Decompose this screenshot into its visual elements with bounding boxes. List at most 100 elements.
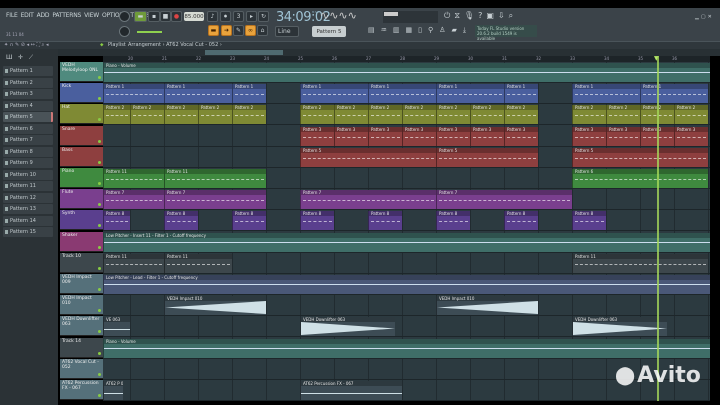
pattern-clip[interactable]: Pattern 1: [572, 84, 640, 104]
update-notification[interactable]: Today FL Studio version 20.6.2 build 1549…: [475, 25, 537, 41]
track-mute-led[interactable]: [98, 309, 101, 313]
breadcrumb[interactable]: Arrangement › AT62 Vocal Cut - 052 ›: [128, 42, 222, 48]
track-header[interactable]: Hat: [60, 104, 103, 125]
pattern-clip[interactable]: Pattern 1: [164, 84, 232, 104]
pattern-clip[interactable]: Pattern 3: [572, 126, 606, 146]
track-row[interactable]: Pattern 11 Pattern 11 Pattern 11: [103, 253, 710, 274]
audio-clip[interactable]: AT62 Percussion FX - 067: [300, 381, 402, 400]
audio-clip[interactable]: VEDH Downlifter 063: [300, 317, 396, 337]
pattern-clip[interactable]: Pattern 11: [572, 253, 708, 273]
track-row[interactable]: Pattern 8 Pattern 8 Pattern 8 Pattern 8 Patt…: [103, 210, 710, 232]
pattern-clip[interactable]: Pattern 2: [606, 105, 640, 125]
pattern-clip[interactable]: Pattern 2: [198, 105, 232, 125]
pattern-clip[interactable]: Pattern 3: [674, 126, 708, 146]
pattern-clip[interactable]: Pattern 1: [368, 84, 436, 104]
track-mute-led[interactable]: [98, 266, 101, 270]
pattern-clip[interactable]: Pattern 2: [300, 105, 334, 125]
countdown-icon[interactable]: 3: [233, 11, 244, 22]
pattern-clip[interactable]: Pattern 3: [334, 126, 368, 146]
track-header[interactable]: VEDH Melodyloop 0NL: [60, 62, 103, 82]
menu-patterns[interactable]: PATTERNS: [52, 12, 81, 19]
audio-clip[interactable]: VEDH Downlifter 063: [572, 317, 668, 337]
record-button[interactable]: ●: [171, 11, 182, 22]
pattern-clip[interactable]: Pattern 5: [300, 147, 436, 167]
automation-clip[interactable]: Piano - Volume: [103, 338, 710, 358]
automation-clip[interactable]: Low Pitcher - Lead - Filter 1 - Cutoff f…: [103, 275, 710, 294]
audio-clip[interactable]: VE 063: [103, 317, 130, 337]
pattern-item[interactable]: Pattern 8: [3, 146, 53, 157]
menu-add[interactable]: ADD: [37, 12, 50, 19]
mixer-icon[interactable]: ⏻: [444, 11, 450, 21]
pattern-item[interactable]: Pattern 14: [3, 215, 53, 226]
pattern-song-toggle[interactable]: ▬: [134, 11, 147, 22]
pattern-clip[interactable]: Pattern 2: [572, 105, 606, 125]
minimize-icon[interactable]: ▁: [695, 14, 699, 20]
pattern-clip[interactable]: Pattern 2: [436, 105, 470, 125]
master-pitch-knob[interactable]: [119, 26, 130, 37]
pattern-item[interactable]: Pattern 13: [3, 204, 53, 214]
pattern-clip[interactable]: Pattern 7: [103, 190, 164, 210]
plug-icon[interactable]: ⚲: [428, 26, 433, 35]
tempo-display[interactable]: 85.000: [184, 12, 204, 21]
snap-select[interactable]: Line: [275, 26, 299, 37]
track-row[interactable]: Pattern 3 Pattern 3 Pattern 3 Pattern 3 Patt…: [103, 126, 710, 147]
snap-tool-icon[interactable]: ▬: [208, 25, 219, 36]
track-header[interactable]: Piano: [60, 168, 103, 188]
pattern-clip[interactable]: Pattern 3: [504, 126, 538, 146]
audio-clip[interactable]: VEDH Impact 010: [436, 296, 538, 316]
track-row[interactable]: Low Pitcher - Lead - Filter 1 - Cutoff f…: [103, 274, 710, 295]
menu-file[interactable]: FILE: [6, 12, 18, 19]
pattern-clip[interactable]: Pattern 2: [130, 105, 164, 125]
menu-view[interactable]: VIEW: [84, 12, 99, 19]
track-mute-led[interactable]: [98, 97, 101, 101]
menu-edit[interactable]: EDIT: [21, 12, 34, 19]
play-button[interactable]: ▪: [148, 11, 160, 22]
file-icon[interactable]: ▯: [418, 26, 422, 35]
close-icon[interactable]: ✕: [708, 14, 712, 20]
plugin-icon[interactable]: ▦: [406, 26, 413, 35]
pattern-clip[interactable]: Pattern 11: [164, 253, 232, 273]
pattern-clip[interactable]: Pattern 2: [368, 105, 402, 125]
picker-tabs[interactable]: Ш ✛ ⟋: [6, 54, 33, 62]
track-mute-led[interactable]: [98, 182, 101, 185]
folder-icon[interactable]: ▰: [451, 26, 456, 35]
export-icon[interactable]: ⇩: [498, 11, 505, 21]
pattern-clip[interactable]: Pattern 3: [402, 126, 436, 146]
pattern-item[interactable]: Pattern 11: [3, 181, 53, 191]
track-row[interactable]: Low Pitcher - Insert 11 - Filter 1 - Cut…: [103, 232, 710, 253]
track-row[interactable]: Pattern 11 Pattern 11 Pattern 6: [103, 168, 710, 189]
track-mute-led[interactable]: [98, 76, 101, 79]
maximize-icon[interactable]: ▢: [701, 14, 706, 20]
pattern-clip[interactable]: Pattern 1: [504, 84, 538, 104]
track-header[interactable]: AT62 Vocal Cut - 052: [60, 358, 103, 379]
channel-rack-icon[interactable]: ⧖: [454, 11, 460, 21]
pattern-clip[interactable]: Pattern 6: [572, 169, 708, 188]
track-header[interactable]: Shaker: [60, 231, 103, 252]
pattern-clip[interactable]: Pattern 8: [572, 211, 606, 231]
pattern-clip[interactable]: Pattern 3: [300, 126, 334, 146]
pattern-clip[interactable]: Pattern 8: [368, 211, 402, 231]
pattern-item[interactable]: Pattern 7: [3, 135, 53, 145]
track-mute-led[interactable]: [98, 372, 101, 376]
pattern-clip[interactable]: Pattern 2: [470, 105, 504, 125]
track-row[interactable]: Piano - Volume: [103, 338, 710, 359]
track-mute-led[interactable]: [98, 288, 101, 291]
playlist-icon[interactable]: ▤: [368, 26, 375, 35]
tempo-tap-icon[interactable]: ♙: [439, 26, 445, 35]
pattern-clip[interactable]: Pattern 1: [640, 84, 708, 104]
pattern-clip[interactable]: Pattern 1: [232, 84, 266, 104]
track-row[interactable]: Piano - Volume: [103, 62, 710, 83]
pattern-item[interactable]: Pattern 12: [3, 192, 53, 203]
pattern-clip[interactable]: Pattern 7: [300, 190, 436, 210]
pattern-clip[interactable]: Pattern 2: [674, 105, 708, 125]
pattern-clip[interactable]: Pattern 8: [232, 211, 266, 231]
pattern-clip[interactable]: Pattern 7: [436, 190, 572, 210]
master-volume-knob[interactable]: [119, 11, 130, 22]
pattern-item[interactable]: Pattern 9: [3, 158, 53, 168]
playlist-grid[interactable]: Piano - Volume Pattern 1 Pattern 1 Pattern …: [103, 62, 710, 401]
pattern-clip[interactable]: Pattern 3: [606, 126, 640, 146]
track-header[interactable]: VEDH Downlifter 063: [60, 316, 103, 337]
pattern-item[interactable]: Pattern 15: [3, 227, 53, 237]
pencil-tool-icon[interactable]: ✎: [233, 25, 244, 36]
stop-button[interactable]: ■: [160, 11, 171, 22]
